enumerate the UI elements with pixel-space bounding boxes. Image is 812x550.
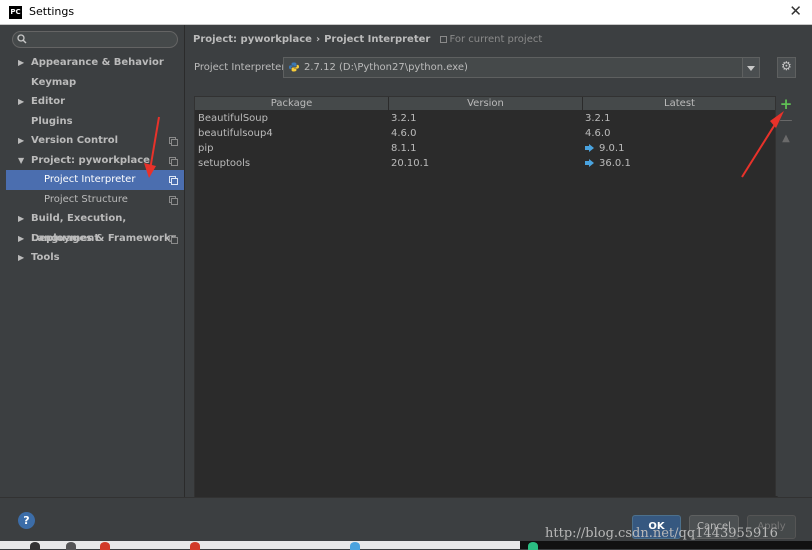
- annotation-arrows: [144, 111, 784, 178]
- annotation-arrow-interpreter: [149, 116, 160, 171]
- annotation-arrowhead: [770, 111, 784, 128]
- annotation-arrowhead: [144, 163, 156, 178]
- annotation-arrow-add: [741, 117, 780, 178]
